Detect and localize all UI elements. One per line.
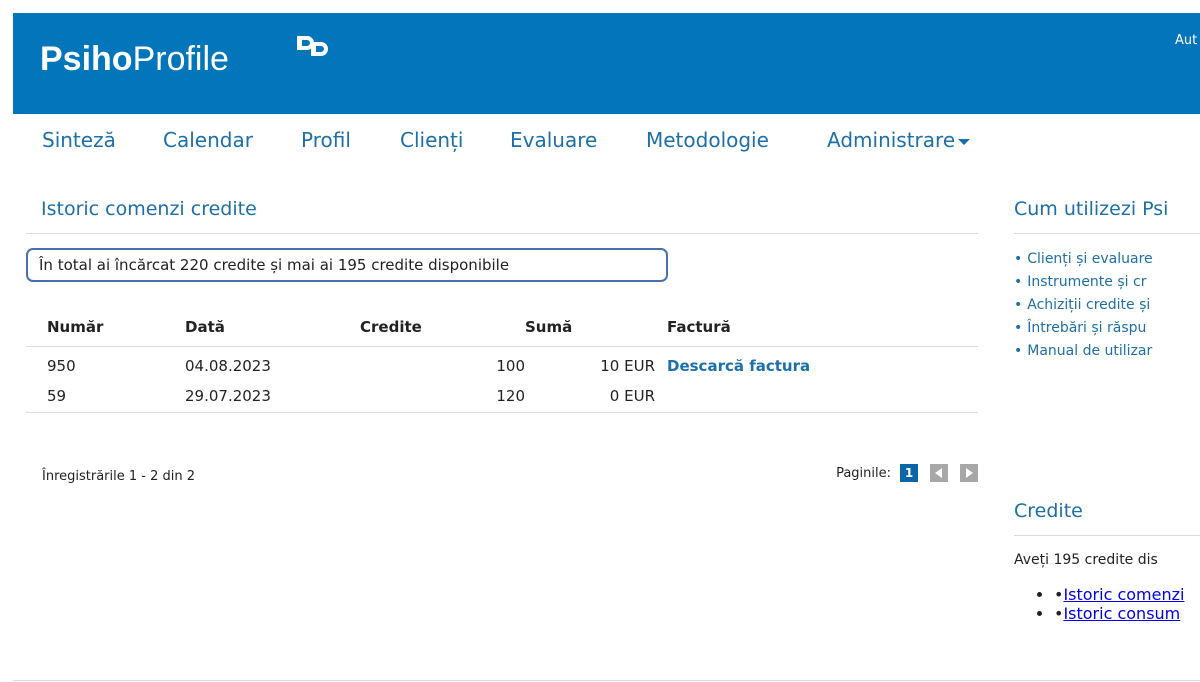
help-link[interactable]: Clienți și evaluare — [1027, 251, 1152, 267]
nav-item-calendar[interactable]: Calendar — [163, 126, 301, 156]
cell-number: 59 — [26, 380, 185, 413]
next-arrow-icon[interactable] — [960, 464, 978, 482]
cell-credits: 120 — [360, 380, 525, 413]
cell-date: 29.07.2023 — [185, 380, 360, 413]
nav-item-administrare[interactable]: Administrare — [827, 126, 971, 156]
column-header-invoice: Factură — [655, 308, 978, 347]
download-invoice-link[interactable]: Descarcă factura — [667, 357, 810, 375]
list-item[interactable]: • Achiziții credite și — [1014, 294, 1200, 317]
bullet-icon: • — [1014, 297, 1023, 313]
column-header-date[interactable]: Dată — [185, 308, 360, 347]
psihoprofile-logo-mark-icon — [297, 36, 328, 56]
help-link[interactable]: Achiziții credite și — [1027, 297, 1150, 313]
prev-arrow-icon[interactable] — [930, 464, 948, 482]
auth-link[interactable]: Aut — [1175, 33, 1200, 48]
list-item[interactable]: • Întrebări și răspu — [1014, 317, 1200, 340]
help-links: • Clienți și evaluare • Instrumente și cr … — [1014, 248, 1200, 363]
site-logo[interactable]: PsihoProfile — [40, 39, 229, 79]
orders-history-link[interactable]: Istoric comenzi — [1063, 585, 1184, 604]
cell-invoice: Descarcă factura — [655, 346, 978, 380]
orders-table: Număr Dată Credite Sumă Factură 950 04.0… — [26, 308, 978, 413]
help-sidebar: Cum utilizezi Psi • Clienți și evaluare •… — [1014, 196, 1200, 363]
list-item[interactable]: • Manual de utilizar — [1014, 340, 1200, 363]
table-row: 950 04.08.2023 100 10 EUR Descarcă factu… — [26, 346, 978, 380]
list-item[interactable]: • Clienți și evaluare — [1014, 248, 1200, 271]
credits-summary: În total ai încărcat 220 credite și mai … — [26, 248, 668, 282]
list-item[interactable]: •Istoric comenzi — [1054, 585, 1200, 604]
help-link[interactable]: Instrumente și cr — [1027, 274, 1146, 290]
nav-item-metodologie[interactable]: Metodologie — [646, 126, 827, 156]
bullet-icon: • — [1014, 274, 1023, 290]
logo-bold-text: Psiho — [40, 40, 133, 78]
page-title: Istoric comenzi credite — [26, 196, 978, 234]
caret-down-icon — [958, 138, 971, 145]
bullet-icon: • — [1014, 343, 1023, 359]
column-header-amount[interactable]: Sumă — [525, 308, 655, 347]
credits-title: Credite — [1014, 498, 1200, 536]
help-link[interactable]: Întrebări și răspu — [1027, 320, 1146, 336]
pagination-label: Paginile: — [836, 465, 891, 481]
nav-item-sinteza[interactable]: Sinteză — [42, 126, 163, 156]
consumption-history-link[interactable]: Istoric consum — [1063, 604, 1180, 623]
help-link[interactable]: Manual de utilizar — [1027, 343, 1152, 359]
cell-invoice — [655, 380, 978, 413]
main-nav: Sinteză Calendar Profil Clienți Evaluare… — [42, 126, 971, 156]
nav-item-clienti[interactable]: Clienți — [400, 126, 510, 156]
orders-section: Istoric comenzi credite În total ai încă… — [26, 196, 978, 484]
credits-links: •Istoric comenzi •Istoric consum — [1014, 585, 1200, 623]
pagination: Paginile: 1 — [836, 464, 978, 482]
list-item[interactable]: • Instrumente și cr — [1014, 271, 1200, 294]
cell-amount: 10 EUR — [600, 357, 655, 376]
table-header-row: Număr Dată Credite Sumă Factură — [26, 308, 978, 347]
bullet-icon: • — [1014, 251, 1023, 267]
cell-number: 950 — [47, 357, 76, 376]
page-number-current[interactable]: 1 — [900, 464, 918, 482]
footer-divider — [13, 680, 1200, 681]
left-gutter — [0, 0, 13, 682]
credits-available-text: Aveți 195 credite dis — [1014, 552, 1158, 568]
site-header: PsihoProfile Aut — [13, 13, 1200, 114]
column-header-credits[interactable]: Credite — [360, 308, 525, 347]
table-row: 59 29.07.2023 120 0 EUR — [26, 380, 978, 413]
help-title: Cum utilizezi Psi — [1014, 196, 1200, 234]
cell-credits: 100 — [496, 357, 525, 376]
records-count: Înregistrările 1 - 2 din 2 — [42, 469, 196, 484]
nav-item-evaluare[interactable]: Evaluare — [510, 126, 646, 156]
nav-item-administrare-label: Administrare — [827, 128, 956, 152]
list-item[interactable]: •Istoric consum — [1054, 604, 1200, 623]
column-header-number[interactable]: Număr — [26, 308, 185, 347]
cell-amount: 0 EUR — [525, 380, 655, 413]
nav-item-profil[interactable]: Profil — [301, 126, 400, 156]
logo-light-text: Profile — [132, 40, 229, 78]
credits-sidebar: Credite Aveți 195 credite dis •Istoric c… — [1014, 498, 1200, 639]
bullet-icon: • — [1014, 320, 1023, 336]
cell-date: 04.08.2023 — [185, 357, 271, 376]
